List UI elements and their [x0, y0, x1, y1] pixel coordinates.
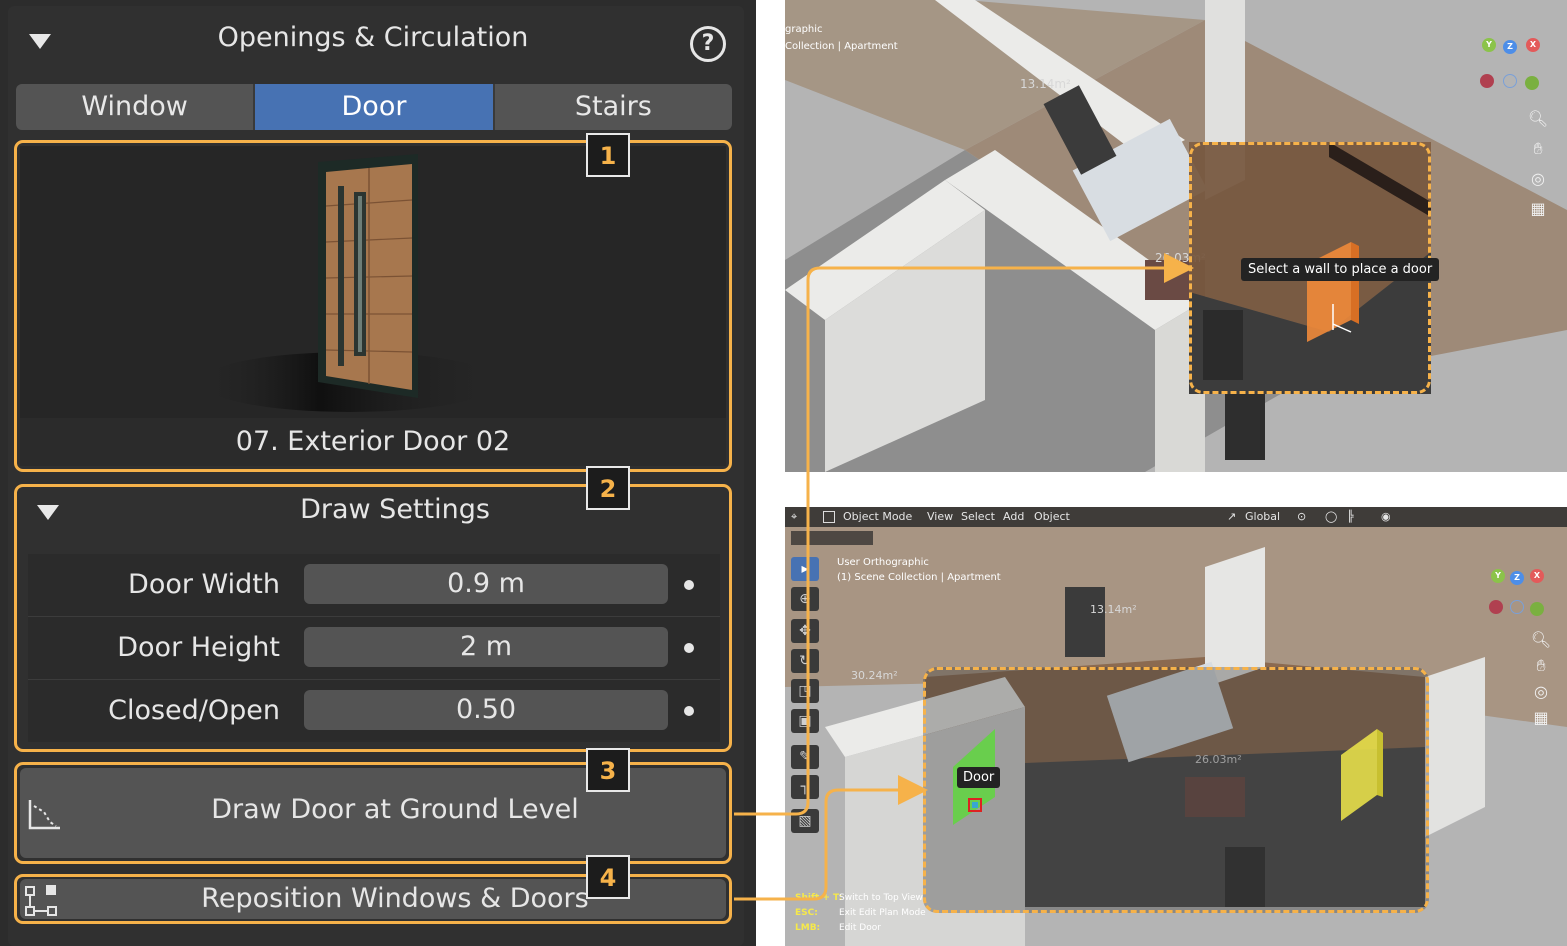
- panel-title: Openings & Circulation: [217, 22, 529, 53]
- gizmo-neg-y[interactable]: [1530, 602, 1544, 616]
- gizmo-y-axis[interactable]: Y: [1482, 38, 1496, 52]
- shortcut-legend: Shift + T: Switch to Top View ESC: Exit …: [795, 893, 955, 943]
- draw-settings-triangle-icon[interactable]: [37, 505, 59, 520]
- place-door-tooltip: Select a wall to place a door: [1241, 258, 1440, 281]
- zoom-icon[interactable]: 🔍︎: [1527, 108, 1549, 130]
- snap-icon[interactable]: ◯: [1325, 510, 1337, 523]
- gizmo-neg-y[interactable]: [1525, 76, 1539, 90]
- transform-tool-icon[interactable]: ▣: [791, 709, 819, 733]
- viewport-overlay-line2: (1) Scene Collection | Apartment: [837, 572, 1001, 583]
- move-tool-icon[interactable]: ✥: [791, 619, 819, 643]
- editor-type-icon[interactable]: ⌖: [791, 510, 797, 524]
- gizmo-neg-x[interactable]: [1489, 600, 1503, 614]
- keyframe-dot-icon[interactable]: [684, 643, 694, 653]
- viewport-header: ⌖ Object Mode View Select Add Object ↗ G…: [785, 507, 1567, 527]
- door-width-row: Door Width 0.9 m: [28, 554, 720, 618]
- cursor-tool-icon[interactable]: ⊕: [791, 587, 819, 611]
- grid-icon[interactable]: ▦: [1530, 707, 1552, 729]
- shortcut-action: Edit Door: [839, 923, 881, 933]
- scale-tool-icon[interactable]: ◳: [791, 679, 819, 703]
- door-preview[interactable]: [20, 146, 726, 420]
- pan-hand-icon[interactable]: ✋︎: [1530, 655, 1552, 677]
- door-width-label: Door Width: [128, 569, 280, 600]
- zoom-icon[interactable]: 🔍︎: [1530, 629, 1552, 651]
- menu-add[interactable]: Add: [1003, 510, 1024, 523]
- object-mode-icon: [823, 511, 835, 523]
- callout-badge-3: 3: [586, 748, 630, 792]
- tab-window[interactable]: Window: [16, 84, 256, 130]
- viewport-overlay-line1: User Orthographic: [837, 557, 929, 568]
- existing-door-highlight[interactable]: [1337, 725, 1387, 825]
- shortcut-key: ESC:: [795, 908, 818, 918]
- door-height-field[interactable]: 2 m: [304, 627, 668, 667]
- viewport-top[interactable]: 13.14m² 26.03m² Select a wall to place a…: [785, 0, 1567, 472]
- shortcut-key: Shift + T:: [795, 893, 843, 903]
- door-height-row: Door Height 2 m: [28, 617, 720, 681]
- help-icon[interactable]: ?: [690, 26, 726, 62]
- apartment-scene-top: 13.14m² 26.03m²: [785, 0, 1567, 472]
- gizmo-neg-z[interactable]: [1503, 74, 1517, 88]
- viewport-overlay-line2: Collection | Apartment: [785, 41, 898, 52]
- pan-hand-icon[interactable]: ✋︎: [1527, 138, 1549, 160]
- orientation-dropdown[interactable]: Global: [1245, 510, 1280, 523]
- properties-panel: Openings & Circulation ? Window Door Sta…: [0, 0, 756, 946]
- proportional-edit-icon[interactable]: ◉: [1381, 510, 1391, 523]
- tool-shelf: ▸ ⊕ ✥ ↻ ◳ ▣ ✎ ┐ ▧: [789, 555, 821, 835]
- area-label: 13.14m²: [1020, 77, 1071, 91]
- shortcut-key: LMB:: [795, 923, 821, 933]
- tab-bar: Window Door Stairs: [16, 84, 732, 130]
- area-label: 13.14m²: [1090, 603, 1137, 616]
- annotate-tool-icon[interactable]: ✎: [791, 745, 819, 769]
- rotate-tool-icon[interactable]: ↻: [791, 649, 819, 673]
- menu-view[interactable]: View: [927, 510, 953, 523]
- draw-settings-title: Draw Settings: [300, 494, 490, 525]
- viewport-bottom[interactable]: 13.14m² 30.24m² 26.03m² ⌖ Object Mode Vi…: [785, 507, 1567, 946]
- callout-badge-1: 1: [586, 133, 630, 177]
- closed-open-label: Closed/Open: [108, 695, 280, 726]
- pivot-icon[interactable]: ⊙: [1297, 510, 1306, 523]
- mode-dropdown[interactable]: Object Mode: [843, 510, 912, 523]
- shortcut-action: Exit Edit Plan Mode: [839, 908, 926, 918]
- grid-icon[interactable]: ▦: [1527, 198, 1549, 220]
- door-name-label: 07. Exterior Door 02: [20, 418, 726, 466]
- door-height-label: Door Height: [117, 632, 280, 663]
- tab-door[interactable]: Door: [255, 84, 495, 130]
- closed-open-field[interactable]: 0.50: [304, 690, 668, 730]
- gizmo-z-axis[interactable]: Z: [1503, 40, 1517, 54]
- door-placement-preview: [1307, 242, 1359, 342]
- gizmo-neg-z[interactable]: [1510, 600, 1524, 614]
- gizmo-x-axis[interactable]: X: [1526, 38, 1540, 52]
- door-width-field[interactable]: 0.9 m: [304, 564, 668, 604]
- camera-icon[interactable]: ◎: [1527, 168, 1549, 190]
- menu-object[interactable]: Object: [1034, 510, 1070, 523]
- gizmo-z-axis[interactable]: Z: [1510, 571, 1524, 585]
- select-box-tool-icon[interactable]: ▸: [791, 557, 819, 581]
- keyframe-dot-icon[interactable]: [684, 580, 694, 590]
- gizmo-neg-x[interactable]: [1480, 74, 1494, 88]
- callout-badge-2: 2: [586, 466, 630, 510]
- area-label: 30.24m²: [851, 669, 898, 682]
- callout-badge-4: 4: [586, 855, 630, 899]
- snap-target-icon[interactable]: ╠: [1347, 510, 1354, 523]
- closed-open-row: Closed/Open 0.50: [28, 680, 720, 742]
- transform-orientation-icon[interactable]: ↗: [1227, 510, 1236, 523]
- selection-mode-buttons[interactable]: [791, 531, 873, 545]
- gizmo-x-axis[interactable]: X: [1530, 569, 1544, 583]
- gizmo-y-axis[interactable]: Y: [1491, 569, 1505, 583]
- door-tooltip: Door: [957, 767, 1001, 788]
- shortcut-action: Switch to Top View: [839, 893, 923, 903]
- add-cube-tool-icon[interactable]: ▧: [791, 809, 819, 833]
- door-thumbnail-image: [200, 154, 500, 412]
- keyframe-dot-icon[interactable]: [684, 706, 694, 716]
- draw-door-button-label: Draw Door at Ground Level: [211, 794, 579, 825]
- camera-icon[interactable]: ◎: [1530, 681, 1552, 703]
- measure-tool-icon[interactable]: ┐: [791, 775, 819, 799]
- viewport-overlay-line1: graphic: [785, 24, 823, 35]
- tab-stairs[interactable]: Stairs: [495, 84, 732, 130]
- reposition-button-label: Reposition Windows & Doors: [201, 883, 589, 914]
- menu-select[interactable]: Select: [961, 510, 995, 523]
